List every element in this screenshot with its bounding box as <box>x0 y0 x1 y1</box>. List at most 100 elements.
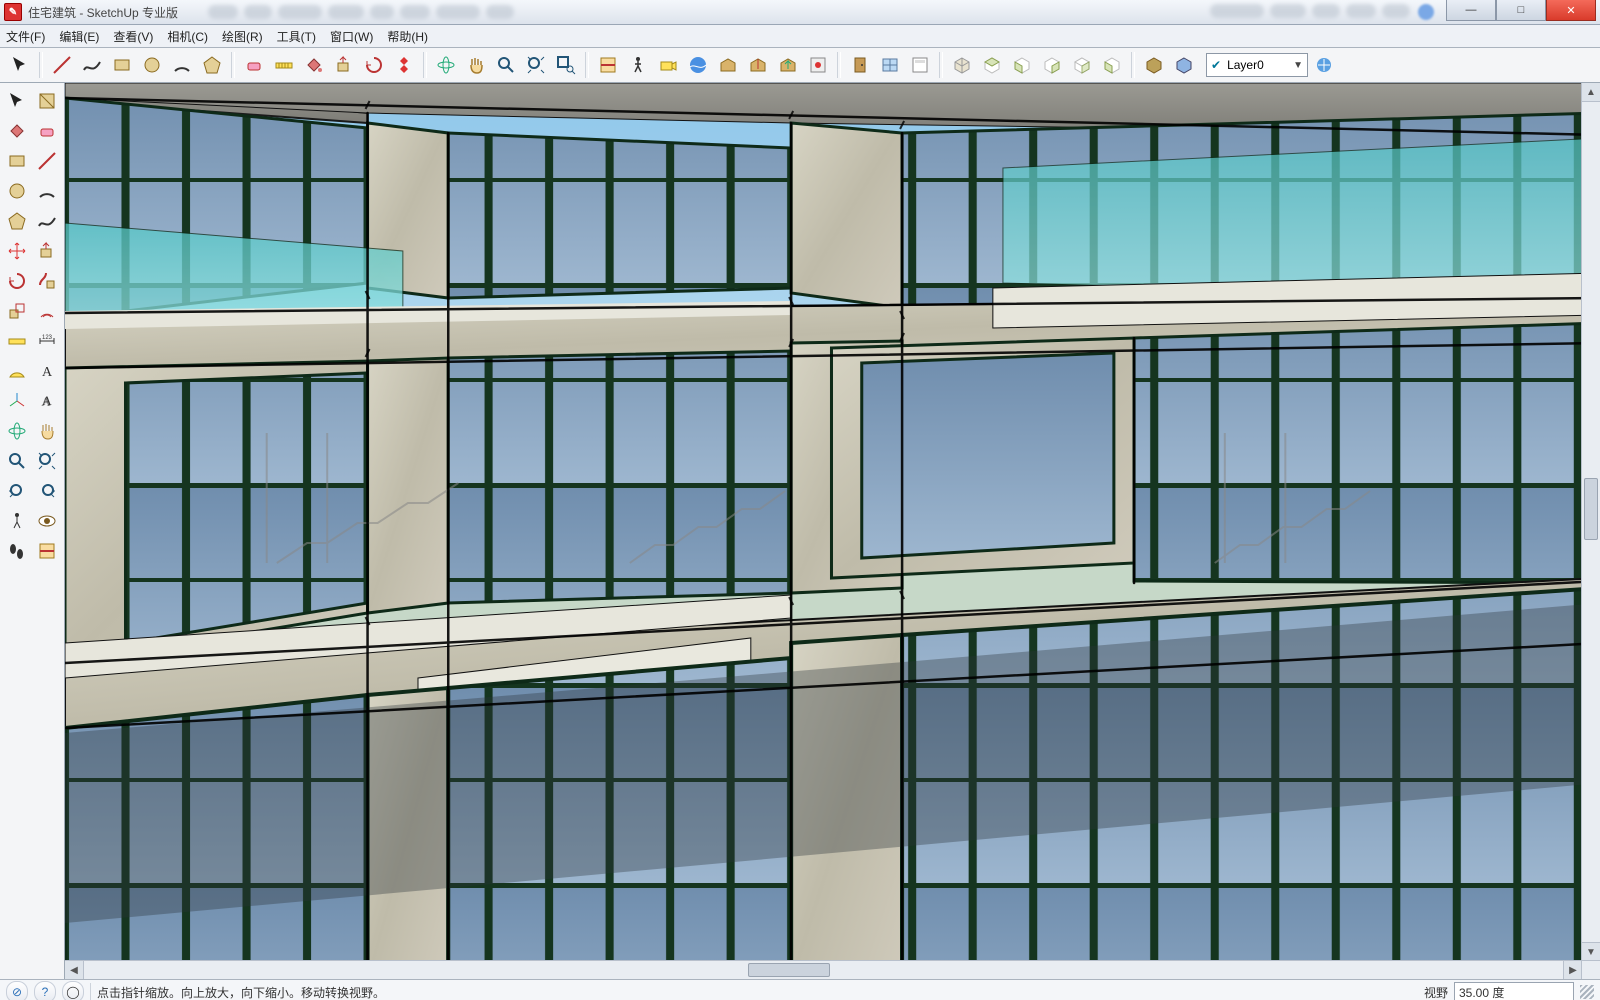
paint-bucket-tool[interactable] <box>3 117 31 145</box>
menu-camera[interactable]: 相机(C) <box>167 28 208 45</box>
push-pull-tool[interactable] <box>330 51 358 79</box>
look-around-tool[interactable] <box>33 507 61 535</box>
layer-manager-icon[interactable] <box>1310 51 1338 79</box>
curic-tool[interactable] <box>390 51 418 79</box>
menu-file[interactable]: 文件(F) <box>6 28 45 45</box>
section-plane-tool[interactable] <box>33 537 61 565</box>
previous-view-tool[interactable] <box>3 477 31 505</box>
menu-view[interactable]: 查看(V) <box>113 28 153 45</box>
status-info-icon[interactable]: ⊘ <box>6 981 28 1000</box>
vscroll-thumb[interactable] <box>1584 478 1598 540</box>
dimension-tool[interactable]: 123 <box>33 327 61 355</box>
pan-tool[interactable] <box>462 51 490 79</box>
minimize-button[interactable]: — <box>1446 0 1496 21</box>
zoom-tool[interactable] <box>3 447 31 475</box>
layer-selector[interactable]: ✔ ▼ <box>1206 53 1308 77</box>
viewport-hscrollbar[interactable]: ◀ ▶ <box>65 960 1582 979</box>
close-button[interactable]: ✕ <box>1546 0 1596 21</box>
circle-tool[interactable] <box>3 177 31 205</box>
menu-tools[interactable]: 工具(T) <box>277 28 316 45</box>
menu-bar: 文件(F) 编辑(E) 查看(V) 相机(C) 绘图(R) 工具(T) 窗口(W… <box>0 25 1600 48</box>
paint-bucket-tool[interactable] <box>300 51 328 79</box>
eraser-tool[interactable] <box>240 51 268 79</box>
zoom-window-tool[interactable] <box>552 51 580 79</box>
axes-tool[interactable] <box>3 387 31 415</box>
scroll-up-icon[interactable]: ▲ <box>1582 83 1600 102</box>
rotate-tool[interactable] <box>360 51 388 79</box>
select-tool[interactable] <box>3 87 31 115</box>
share-tool[interactable] <box>744 51 772 79</box>
rectangle-tool[interactable] <box>108 51 136 79</box>
scroll-down-icon[interactable]: ▼ <box>1582 942 1600 961</box>
style-textured-icon[interactable] <box>1170 51 1198 79</box>
pan-tool[interactable] <box>33 417 61 445</box>
maximize-button[interactable]: □ <box>1496 0 1546 21</box>
freehand-tool[interactable] <box>33 207 61 235</box>
measurement-box[interactable]: 35.00 度 <box>1454 982 1574 1000</box>
view-iso-icon[interactable] <box>948 51 976 79</box>
walk-tool[interactable] <box>624 51 652 79</box>
follow-me-tool[interactable] <box>33 267 61 295</box>
window-icon[interactable] <box>876 51 904 79</box>
text-tool[interactable]: A <box>33 357 61 385</box>
google-earth-tool[interactable] <box>684 51 712 79</box>
viewport-vscrollbar[interactable]: ▲ ▼ <box>1581 83 1600 961</box>
extension-tool[interactable] <box>804 51 832 79</box>
view-left-icon[interactable] <box>1098 51 1126 79</box>
circle-tool[interactable] <box>138 51 166 79</box>
door-icon[interactable] <box>846 51 874 79</box>
orbit-tool[interactable] <box>3 417 31 445</box>
orbit-tool[interactable] <box>432 51 460 79</box>
chevron-down-icon[interactable]: ▼ <box>1293 60 1303 71</box>
zoom-tool[interactable] <box>492 51 520 79</box>
position-camera-tool[interactable] <box>654 51 682 79</box>
view-back-icon[interactable] <box>1068 51 1096 79</box>
style-shaded-icon[interactable] <box>1140 51 1168 79</box>
menu-edit[interactable]: 编辑(E) <box>59 28 99 45</box>
view-right-icon[interactable] <box>1038 51 1066 79</box>
view-top-icon[interactable] <box>978 51 1006 79</box>
scale-tool[interactable] <box>3 297 31 325</box>
select-tool[interactable] <box>6 51 34 79</box>
move-tool[interactable] <box>3 237 31 265</box>
make-component-tool[interactable] <box>33 87 61 115</box>
status-help-icon[interactable]: ? <box>34 981 56 1000</box>
freehand-tool[interactable] <box>78 51 106 79</box>
zoom-extents-tool[interactable] <box>33 447 61 475</box>
layer-current-input[interactable] <box>1225 57 1289 73</box>
menu-window[interactable]: 窗口(W) <box>330 28 373 45</box>
zoom-extents-tool[interactable] <box>522 51 550 79</box>
scroll-right-icon[interactable]: ▶ <box>1563 961 1582 979</box>
tape-measure-tool[interactable] <box>270 51 298 79</box>
menu-draw[interactable]: 绘图(R) <box>222 28 263 45</box>
scroll-left-icon[interactable]: ◀ <box>65 961 84 979</box>
eraser-tool[interactable] <box>33 117 61 145</box>
arc-tool[interactable] <box>33 177 61 205</box>
arc-tool[interactable] <box>168 51 196 79</box>
next-view-tool[interactable] <box>33 477 61 505</box>
menu-help[interactable]: 帮助(H) <box>387 28 428 45</box>
warehouse-upload-tool[interactable] <box>774 51 802 79</box>
polygon-tool[interactable] <box>3 207 31 235</box>
resize-grip-icon[interactable] <box>1580 985 1594 999</box>
section-tool[interactable] <box>594 51 622 79</box>
3d-text-tool[interactable]: AA <box>33 387 61 415</box>
view-front-icon[interactable] <box>1008 51 1036 79</box>
push-pull-tool[interactable] <box>33 237 61 265</box>
model-viewport[interactable]: ▲ ▼ ◀ ▶ <box>65 83 1600 979</box>
svg-text:A: A <box>42 393 52 408</box>
hscroll-thumb[interactable] <box>748 963 830 977</box>
status-user-icon[interactable]: ◯ <box>62 981 84 1000</box>
panel-icon[interactable] <box>906 51 934 79</box>
polygon-tool[interactable] <box>198 51 226 79</box>
rotate-tool[interactable] <box>3 267 31 295</box>
line-tool[interactable] <box>48 51 76 79</box>
protractor-tool[interactable] <box>3 357 31 385</box>
line-tool[interactable] <box>33 147 61 175</box>
rectangle-tool[interactable] <box>3 147 31 175</box>
position-camera-tool[interactable] <box>3 507 31 535</box>
offset-tool[interactable] <box>33 297 61 325</box>
tape-measure-tool[interactable] <box>3 327 31 355</box>
walk-tool[interactable] <box>3 537 31 565</box>
3d-warehouse-tool[interactable] <box>714 51 742 79</box>
